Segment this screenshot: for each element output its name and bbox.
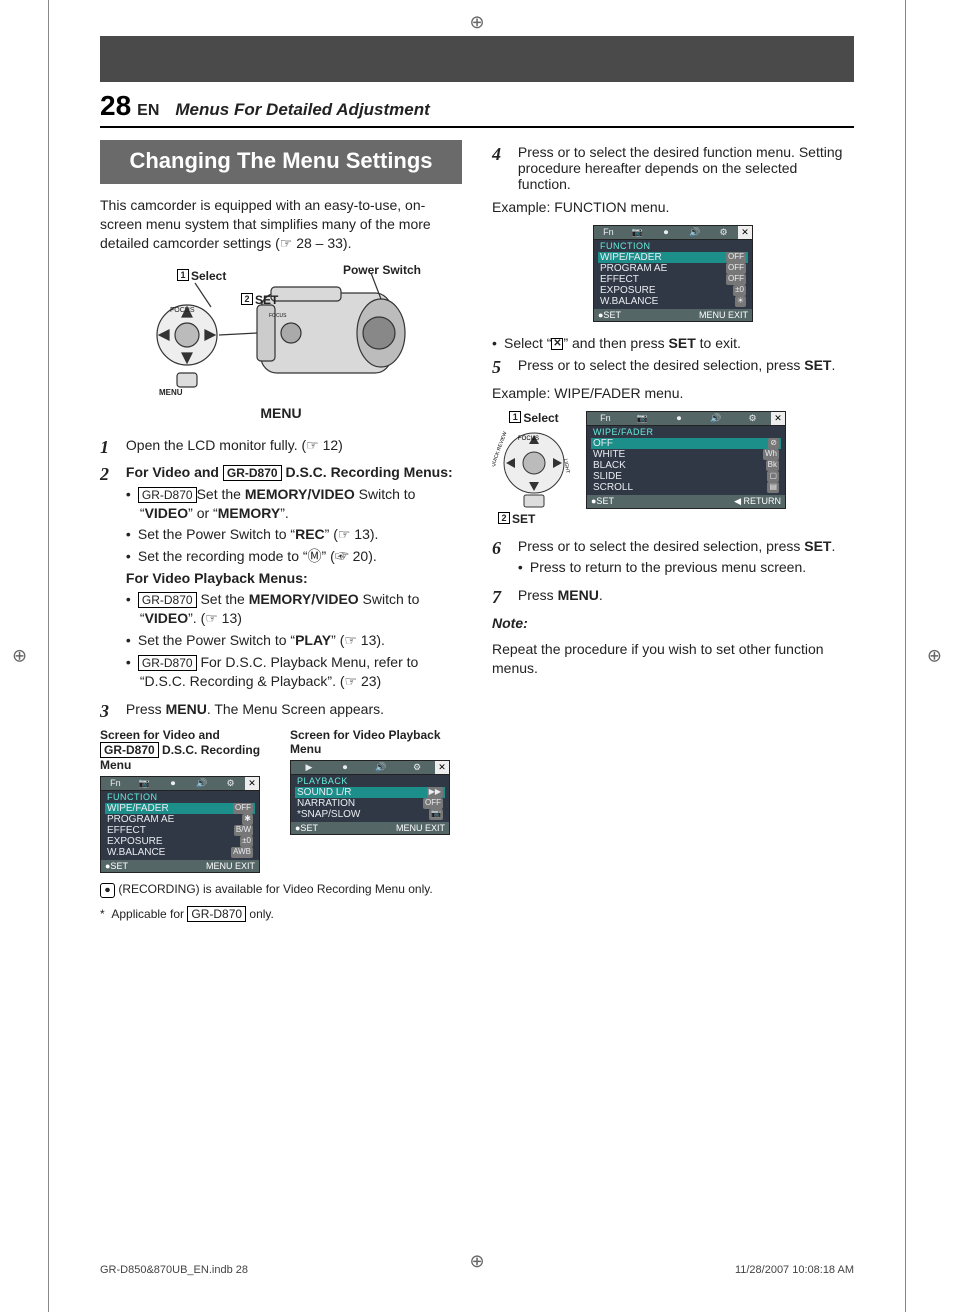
svg-text:FOCUS: FOCUS: [170, 307, 195, 314]
note-heading: Note:: [492, 614, 854, 633]
svg-text:FOCUS: FOCUS: [518, 436, 539, 442]
step2-bullet-3: Set the recording mode to “Ⓜ” (☞ 20).: [140, 547, 462, 566]
step-4: 4 Press or to select the desired functio…: [492, 144, 854, 192]
footer-timestamp: 11/28/2007 10:08:18 AM: [735, 1264, 854, 1276]
step-number-6: 6: [492, 538, 514, 559]
language-code: EN: [137, 102, 159, 120]
page-header: 28 EN Menus For Detailed Adjustment: [100, 90, 854, 128]
wipefader-menu-screenshot: Fn📷⏺🔊⚙✕WIPE/FADEROFF⊘WHITEWhBLACKBkSLIDE…: [586, 411, 786, 509]
pb-bullet-1: GR-D870 Set the MEMORY/VIDEO Switch to “…: [140, 590, 462, 628]
power-switch-label: Power Switch: [343, 263, 421, 277]
step-6: 6 Press or to select the desired selecti…: [492, 538, 854, 581]
header-dark-band: [100, 36, 854, 82]
step-5: 5 Press or to select the desired selecti…: [492, 357, 854, 378]
registration-mark-icon: ⊕: [927, 646, 942, 667]
section-title: Menus For Detailed Adjustment: [175, 100, 429, 120]
model-badge: GR-D870: [138, 592, 197, 608]
model-badge: GR-D870: [138, 655, 197, 671]
step-number-2: 2: [100, 464, 122, 485]
exit-note: Select “✕” and then press SET to exit.: [506, 334, 854, 353]
dial-and-shot: 1Select FOCUS QUICK REVIEW LIGHT 2SET: [492, 411, 854, 526]
set-label: SET: [512, 512, 535, 526]
main-heading: Changing The Menu Settings: [100, 140, 462, 184]
menu-button-label: MENU: [159, 388, 183, 397]
function-menu-screenshot: Fn📷⏺🔊⚙✕FUNCTIONWIPE/FADEROFFPROGRAM AEOF…: [593, 225, 753, 322]
footer-filename: GR-D850&870UB_EN.indb 28: [100, 1264, 248, 1276]
left-column: Changing The Menu Settings This camcorde…: [100, 140, 462, 930]
callout-2: 2: [498, 512, 510, 524]
shot1-caption: Screen for Video and GR-D870 D.S.C. Reco…: [100, 728, 272, 773]
camcorder-illustration: FOCUS FOCUS: [141, 263, 421, 403]
recording-icon-note: ⏺ (RECORDING) is available for Video Rec…: [100, 881, 462, 898]
close-box-icon: ✕: [551, 338, 563, 350]
callout-2: 2: [241, 293, 253, 305]
step-number-4: 4: [492, 144, 514, 165]
example-wipefader-label: Example: WIPE/FADER menu.: [492, 384, 854, 403]
callout-1: 1: [509, 411, 521, 423]
registration-mark-icon: ⊕: [469, 12, 484, 33]
menu-screenshots-row: Screen for Video and GR-D870 D.S.C. Reco…: [100, 728, 462, 874]
step-number-1: 1: [100, 437, 122, 458]
model-badge: GR-D870: [187, 906, 246, 922]
menu-caption: MENU: [260, 405, 301, 421]
step-7: 7 Press MENU.: [492, 587, 854, 608]
model-badge: GR-D870: [138, 487, 197, 503]
camcorder-diagram: 1Select Power Switch 2SET MENU FOCUS: [100, 263, 462, 421]
print-footer: GR-D850&870UB_EN.indb 28 11/28/2007 10:0…: [100, 1264, 854, 1276]
select-label: Select: [191, 269, 226, 283]
step2-bullet-2: Set the Power Switch to “REC” (☞ 13).: [140, 525, 462, 544]
pb-bullet-2: Set the Power Switch to “PLAY” (☞ 13).: [140, 631, 462, 650]
shot2-caption: Screen for Video Playback Menu: [290, 728, 462, 757]
select-label: Select: [523, 411, 558, 425]
page-content: 28 EN Menus For Detailed Adjustment Chan…: [100, 90, 854, 1232]
step-1: 1 Open the LCD monitor fully. (☞ 12): [100, 437, 462, 458]
right-column: 4 Press or to select the desired functio…: [492, 140, 854, 930]
intro-paragraph: This camcorder is equipped with an easy-…: [100, 196, 462, 253]
note-body: Repeat the procedure if you wish to set …: [492, 640, 854, 678]
pb-bullet-3: GR-D870 For D.S.C. Playback Menu, refer …: [140, 653, 462, 691]
registration-mark-icon: ⊕: [12, 646, 27, 667]
step-2: 2 For Video and GR-D870 D.S.C. Recording…: [100, 464, 462, 695]
dial-icon: FOCUS QUICK REVIEW LIGHT: [492, 425, 576, 509]
callout-1: 1: [177, 269, 189, 281]
step2-bullet-1: GR-D870Set the MEMORY/VIDEO Switch to “V…: [140, 485, 462, 523]
step4-text: Press or to select the desired function …: [518, 144, 854, 192]
step-1-text: Open the LCD monitor fully. (☞ 12): [126, 437, 462, 454]
set-label: SET: [255, 293, 278, 307]
model-badge: GR-D870: [100, 742, 159, 758]
svg-text:FOCUS: FOCUS: [269, 313, 287, 319]
step2-lead-a: For Video and: [126, 464, 223, 480]
star-note: * Applicable for GR-D870 only.: [100, 906, 462, 922]
step6-sub: Press to return to the previous menu scr…: [532, 558, 854, 577]
playback-menu-screenshot: ▶⏺🔊⚙✕PLAYBACKSOUND L/R▶▶NARRATIONOFF*SNA…: [290, 760, 450, 835]
playback-menus-head: For Video Playback Menus:: [126, 570, 308, 586]
step-number-5: 5: [492, 357, 514, 378]
recording-menu-screenshot: Fn📷⏺🔊⚙✕FUNCTIONWIPE/FADEROFFPROGRAM AE✱E…: [100, 776, 260, 873]
step-3: 3 Press MENU. The Menu Screen appears.: [100, 701, 462, 722]
recording-icon: ⏺: [100, 883, 115, 899]
svg-text:LIGHT: LIGHT: [562, 458, 570, 474]
model-badge: GR-D870: [223, 465, 282, 481]
step-number-3: 3: [100, 701, 122, 722]
example-function-label: Example: FUNCTION menu.: [492, 198, 854, 217]
step-number-7: 7: [492, 587, 514, 608]
step2-lead-b: D.S.C. Recording Menus:: [282, 464, 453, 480]
page-number: 28: [100, 90, 131, 122]
